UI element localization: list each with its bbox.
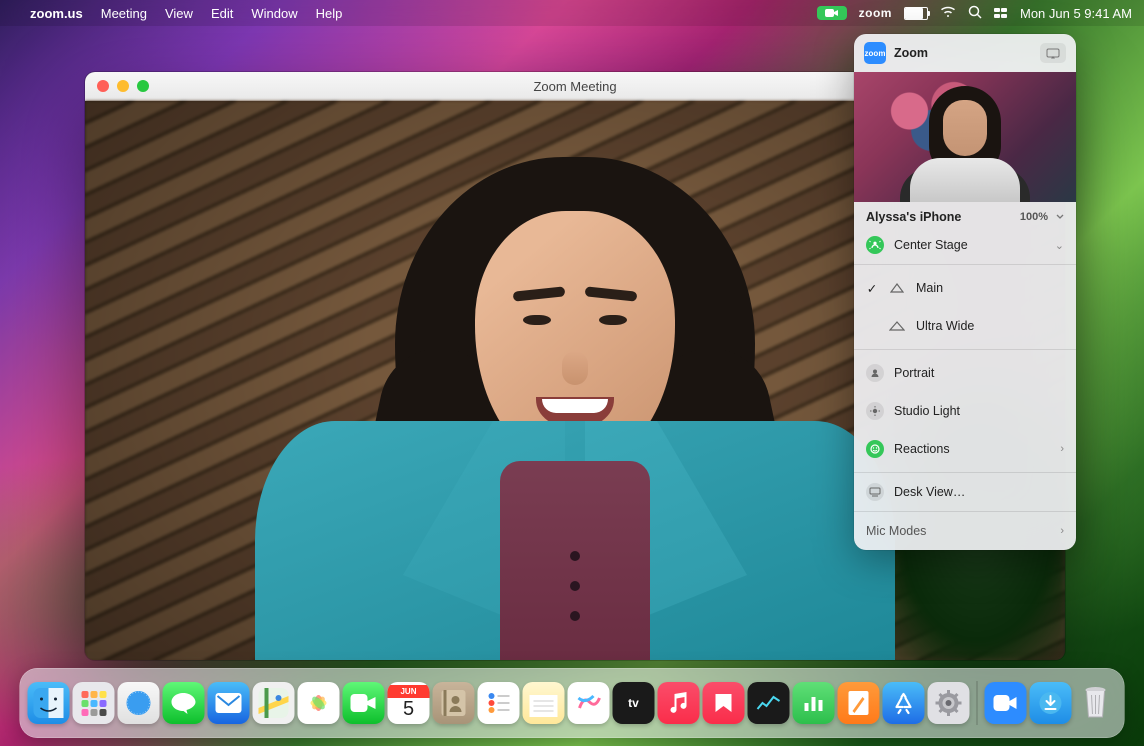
participant-self-video [255, 121, 895, 660]
app-menu[interactable]: zoom.us [30, 6, 83, 21]
dock-reminders[interactable] [478, 682, 520, 724]
camera-app-label[interactable]: zoom [859, 6, 892, 20]
menu-edit[interactable]: Edit [211, 6, 233, 21]
reactions-row[interactable]: Reactions › [854, 430, 1076, 468]
dock-calendar[interactable]: JUN5 [388, 682, 430, 724]
dock-downloads[interactable] [1030, 682, 1072, 724]
dock-stocks[interactable] [748, 682, 790, 724]
checkmark-icon: ✓ [866, 281, 878, 296]
mic-modes-row[interactable]: Mic Modes › [854, 512, 1076, 550]
lens-main-row[interactable]: ✓ Main [854, 269, 1076, 307]
desk-view-row[interactable]: Desk View… [854, 473, 1076, 511]
menu-view[interactable]: View [165, 6, 193, 21]
lens-icon [888, 279, 906, 297]
dock-appstore[interactable] [883, 682, 925, 724]
dock-launchpad[interactable] [73, 682, 115, 724]
dock-settings[interactable] [928, 682, 970, 724]
screen-icon [1046, 48, 1060, 59]
center-stage-label: Center Stage [894, 238, 1045, 252]
camera-preview [854, 72, 1076, 202]
menubar-clock[interactable]: Mon Jun 5 9:41 AM [1020, 6, 1132, 21]
desktop: zoom.us Meeting View Edit Window Help zo… [0, 0, 1144, 746]
chevron-down-icon [1056, 213, 1064, 221]
dock-news[interactable] [703, 682, 745, 724]
desk-view-icon [866, 483, 884, 501]
device-name: Alyssa's iPhone [866, 210, 961, 224]
wifi-icon[interactable] [940, 6, 956, 21]
studio-light-row[interactable]: Studio Light [854, 392, 1076, 430]
portrait-label: Portrait [894, 366, 1064, 380]
video-effects-panel: zoom Zoom Alyssa's iPhone 100% Center St… [854, 34, 1076, 550]
dock-photos[interactable] [298, 682, 340, 724]
lens-icon [888, 317, 906, 335]
dock-messages[interactable] [163, 682, 205, 724]
studio-light-label: Studio Light [894, 404, 1064, 418]
desk-view-label: Desk View… [894, 485, 1064, 499]
dock-divider [977, 681, 978, 725]
dock-tv[interactable]: tv [613, 682, 655, 724]
dock: JUN5 tv [20, 668, 1125, 738]
dock-mail[interactable] [208, 682, 250, 724]
window-close-button[interactable] [97, 80, 109, 92]
device-battery: 100% [1020, 211, 1064, 223]
dock-trash[interactable] [1075, 682, 1117, 724]
video-icon [825, 8, 839, 18]
menu-meeting[interactable]: Meeting [101, 6, 147, 21]
dock-numbers[interactable] [793, 682, 835, 724]
reactions-label: Reactions [894, 442, 1050, 456]
device-row[interactable]: Alyssa's iPhone 100% [854, 202, 1076, 226]
lens-main-label: Main [916, 281, 1064, 295]
chevron-down-icon: ⌄ [1055, 239, 1064, 252]
dock-finder[interactable] [28, 682, 70, 724]
portrait-icon [866, 364, 884, 382]
dock-pages[interactable] [838, 682, 880, 724]
panel-header: zoom Zoom [854, 34, 1076, 72]
portrait-row[interactable]: Portrait [854, 354, 1076, 392]
window-maximize-button[interactable] [137, 80, 149, 92]
panel-app-name: Zoom [894, 46, 928, 60]
dock-freeform[interactable] [568, 682, 610, 724]
menu-help[interactable]: Help [316, 6, 343, 21]
reactions-icon [866, 440, 884, 458]
window-minimize-button[interactable] [117, 80, 129, 92]
lens-ultrawide-row[interactable]: Ultra Wide [854, 307, 1076, 345]
battery-icon[interactable] [904, 7, 928, 20]
chevron-right-icon: › [1060, 443, 1064, 455]
dock-facetime[interactable] [343, 682, 385, 724]
studio-light-icon [866, 402, 884, 420]
center-stage-row[interactable]: Center Stage ⌄ [854, 226, 1076, 264]
menubar: zoom.us Meeting View Edit Window Help zo… [0, 0, 1144, 26]
center-stage-icon [866, 236, 884, 254]
spotlight-icon[interactable] [968, 5, 982, 22]
menu-window[interactable]: Window [251, 6, 297, 21]
dock-zoom[interactable] [985, 682, 1027, 724]
control-center-icon[interactable] [994, 8, 1008, 18]
mic-modes-label: Mic Modes [866, 524, 1050, 538]
screen-mirroring-button[interactable] [1040, 43, 1066, 63]
dock-notes[interactable] [523, 682, 565, 724]
chevron-right-icon: › [1060, 525, 1064, 537]
dock-safari[interactable] [118, 682, 160, 724]
lens-ultrawide-label: Ultra Wide [916, 319, 1064, 333]
camera-indicator[interactable] [817, 6, 847, 20]
dock-maps[interactable] [253, 682, 295, 724]
zoom-app-icon: zoom [864, 42, 886, 64]
dock-music[interactable] [658, 682, 700, 724]
dock-contacts[interactable] [433, 682, 475, 724]
traffic-lights [85, 80, 149, 92]
